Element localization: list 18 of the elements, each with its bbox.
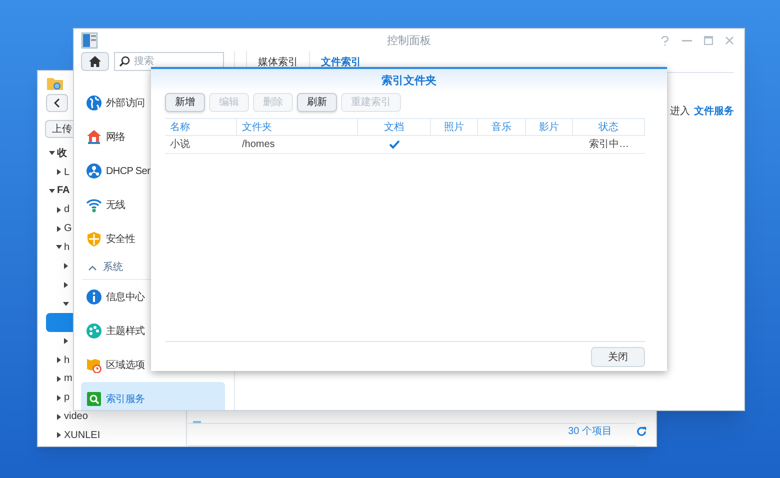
table-cell-text: 小说 <box>170 138 190 152</box>
tree-label: L <box>64 166 70 180</box>
tree-label: G <box>64 222 72 236</box>
tree-label: m <box>64 372 72 386</box>
tree-label: FA <box>57 184 70 198</box>
table-cell-text: /homes <box>242 138 275 152</box>
tree-label: d <box>64 203 70 218</box>
item-count: 30 个项目 <box>568 425 612 439</box>
dialog-title: 索引文件夹 <box>382 74 436 89</box>
tree-label: XUNLEI <box>64 428 100 443</box>
tree-label: p <box>64 391 70 406</box>
tree-label: h <box>64 240 70 255</box>
table-cell-text: 索引中… <box>589 138 629 152</box>
tree-label: h <box>64 354 70 368</box>
hint-text: 进入 <box>670 104 690 119</box>
tree-label: video <box>64 410 88 424</box>
tree-label: 收 <box>57 146 67 161</box>
window-title: 控制面板 <box>387 34 431 49</box>
